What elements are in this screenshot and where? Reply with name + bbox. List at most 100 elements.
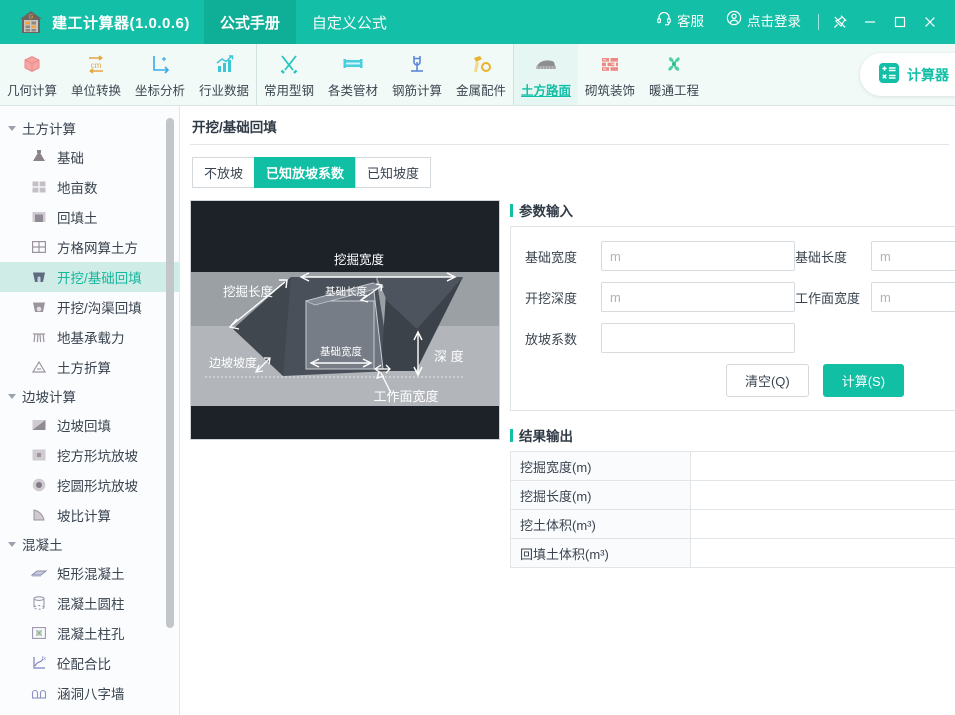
toolbar-item-steel[interactable]: 常用型钢 (257, 44, 321, 105)
base-length-input[interactable] (871, 241, 955, 271)
tools-icon (277, 51, 301, 77)
excavation-depth-input[interactable] (601, 282, 795, 312)
toolbar-item-pipes[interactable]: 各类管材 (321, 44, 385, 105)
diagram-label-base-width: 基础宽度 (320, 345, 362, 358)
toolbar-item-industry-data-label: 行业数据 (198, 83, 249, 98)
sidebar-item-backfill[interactable]: 回填土 (0, 202, 179, 232)
sidebar-item-bearing-capacity[interactable]: 地基承载力 (0, 322, 179, 352)
sidebar-item-excavation-trench-backfill[interactable]: 开挖/沟渠回填 (0, 292, 179, 322)
slope-coefficient-input[interactable] (601, 323, 795, 353)
sidebar-item-soil-conversion-label: 土方折算 (57, 361, 111, 376)
sidebar-item-rect-concrete[interactable]: 矩形混凝土 (0, 558, 179, 588)
tab-no-slope[interactable]: 不放坡 (192, 157, 256, 188)
house-calculator-icon: G (18, 9, 44, 35)
sidebar-item-foundation[interactable]: 基础 (0, 142, 179, 172)
rect-concrete-icon (30, 564, 48, 582)
right-panels: 参数输入 基础宽度 基础长度 开挖深度 (510, 200, 955, 568)
trench-icon (30, 298, 48, 316)
login-label: 点击登录 (747, 14, 801, 29)
param-section-header: 参数输入 (510, 200, 955, 220)
toolbar-item-geometry[interactable]: 几何计算 (0, 44, 64, 105)
tab-custom-formula[interactable]: 自定义公式 (296, 0, 403, 44)
excavation-icon (30, 268, 48, 286)
foundation-icon (30, 148, 48, 166)
maximize-icon[interactable] (885, 7, 915, 37)
login-button[interactable]: 点击登录 (715, 0, 812, 44)
sidebar-item-concrete-cylinder[interactable]: 混凝土圆柱 (0, 588, 179, 618)
sidebar-item-concrete-cylinder-label: 混凝土圆柱 (57, 597, 125, 612)
toolbar-item-metal-parts[interactable]: 金属配件 (449, 44, 513, 105)
svg-text:G: G (29, 15, 34, 21)
sidebar-item-land-area[interactable]: 地亩数 (0, 172, 179, 202)
excavation-depth-label: 开挖深度 (525, 290, 578, 306)
diagram-label-dig-width: 挖掘宽度 (334, 252, 385, 267)
grid-net-icon (30, 238, 48, 256)
toolbar-item-industry-data[interactable]: 行业数据 (192, 44, 256, 105)
tab-known-gradient[interactable]: 已知坡度 (355, 157, 432, 188)
base-width-input[interactable] (601, 241, 795, 271)
column-hole-icon (30, 624, 48, 642)
app-brand: G 建工计算器(1.0.0.6) (0, 0, 204, 44)
param-row-2: 开挖深度 工作面宽度 (525, 282, 955, 312)
sidebar-group-concrete-label: 混凝土 (22, 538, 63, 553)
pin-icon[interactable] (825, 7, 855, 37)
toolbar-item-hvac[interactable]: 暖通工程 (642, 44, 706, 105)
title-bar: G 建工计算器(1.0.0.6) 公式手册 自定义公式 客服 点击登录 (0, 0, 955, 44)
svg-text:fx: fx (42, 656, 46, 662)
cube-icon (20, 51, 44, 77)
calculator-button[interactable]: 计算器 (860, 53, 955, 96)
sidebar-item-mix-ratio[interactable]: fx 砼配合比 (0, 648, 179, 678)
page-title: 开挖/基础回填 (190, 114, 949, 145)
toolbar-item-metal-parts-label: 金属配件 (455, 83, 506, 98)
toolbar-item-earthwork-road[interactable]: 土方路面 (514, 44, 578, 105)
result-value-dig-width (690, 451, 955, 481)
sidebar-group-concrete[interactable]: 混凝土 (0, 530, 179, 558)
tab-formula-manual[interactable]: 公式手册 (203, 0, 296, 44)
sidebar-group-earthwork[interactable]: 土方计算 (0, 114, 179, 142)
tab-known-slope-coefficient[interactable]: 已知放坡系数 (254, 157, 357, 188)
toolbar-item-coordinate[interactable]: 坐标分析 (128, 44, 192, 105)
minimize-icon[interactable] (855, 7, 885, 37)
param-cell-slope-coefficient: 放坡系数 (525, 323, 795, 353)
param-input-panel: 基础宽度 基础长度 开挖深度 工作面宽度 (510, 226, 955, 411)
result-section-header: 结果输出 (510, 425, 955, 445)
sidebar-scrollbar[interactable] (166, 118, 174, 628)
toolbar-item-rebar[interactable]: 钢筋计算 (385, 44, 449, 105)
cylinder-icon (30, 594, 48, 612)
sidebar-item-square-pit-slope[interactable]: 挖方形坑放坡 (0, 440, 179, 470)
toolbar-item-unit-convert[interactable]: cm 单位转换 (64, 44, 128, 105)
sidebar-item-slope-backfill-label: 边坡回填 (57, 419, 111, 434)
sidebar-item-grid-method[interactable]: 方格网算土方 (0, 232, 179, 262)
calculate-button[interactable]: 计算(S) (822, 364, 905, 397)
sidebar-item-land-area-label: 地亩数 (57, 181, 98, 196)
close-icon[interactable] (915, 7, 945, 37)
sidebar-item-slope-backfill[interactable]: 边坡回填 (0, 410, 179, 440)
sidebar-item-round-pit-slope[interactable]: 挖圆形坑放坡 (0, 470, 179, 500)
diagram-label-work-face-width: 工作面宽度 (373, 389, 438, 404)
support-button[interactable]: 客服 (645, 0, 715, 44)
sidebar-item-slope-ratio[interactable]: 坡比计算 (0, 500, 179, 530)
title-bar-divider (818, 14, 819, 30)
toolbar-item-coordinate-label: 坐标分析 (134, 83, 185, 98)
excavation-diagram: 挖掘宽度 挖掘长度 基础长度 基础宽度 深 度 边坡坡度 工作面宽度 (190, 200, 500, 440)
section-accent-bar (510, 428, 513, 442)
sidebar-item-culvert-wall[interactable]: 涵洞八字墙 (0, 678, 179, 708)
backfill-icon (30, 208, 48, 226)
work-face-width-label: 工作面宽度 (795, 290, 861, 306)
sidebar-item-column-hole[interactable]: 混凝土柱孔 (0, 618, 179, 648)
param-row-1: 基础宽度 基础长度 (525, 241, 955, 271)
work-face-width-input[interactable] (871, 282, 955, 312)
calculator-icon (878, 62, 900, 87)
param-cell-base-length: 基础长度 (795, 241, 955, 271)
toolbar-item-masonry[interactable]: 砌筑装饰 (578, 44, 642, 105)
support-label: 客服 (677, 14, 704, 29)
sidebar-item-round-pit-slope-label: 挖圆形坑放坡 (57, 479, 138, 494)
clear-button[interactable]: 清空(Q) (725, 364, 809, 397)
param-buttons: 清空(Q) 计算(S) (525, 364, 955, 397)
soil-convert-icon (30, 358, 48, 376)
base-width-label: 基础宽度 (525, 249, 578, 265)
sidebar-item-excavation-foundation-backfill[interactable]: 开挖/基础回填 (0, 262, 179, 292)
sidebar-item-soil-conversion[interactable]: 土方折算 (0, 352, 179, 382)
sidebar: 土方计算 基础 地亩数 回填土 方格网算土方 开挖/基础回填 开挖/沟渠回填 地… (0, 106, 180, 715)
sidebar-group-slope[interactable]: 边坡计算 (0, 382, 179, 410)
